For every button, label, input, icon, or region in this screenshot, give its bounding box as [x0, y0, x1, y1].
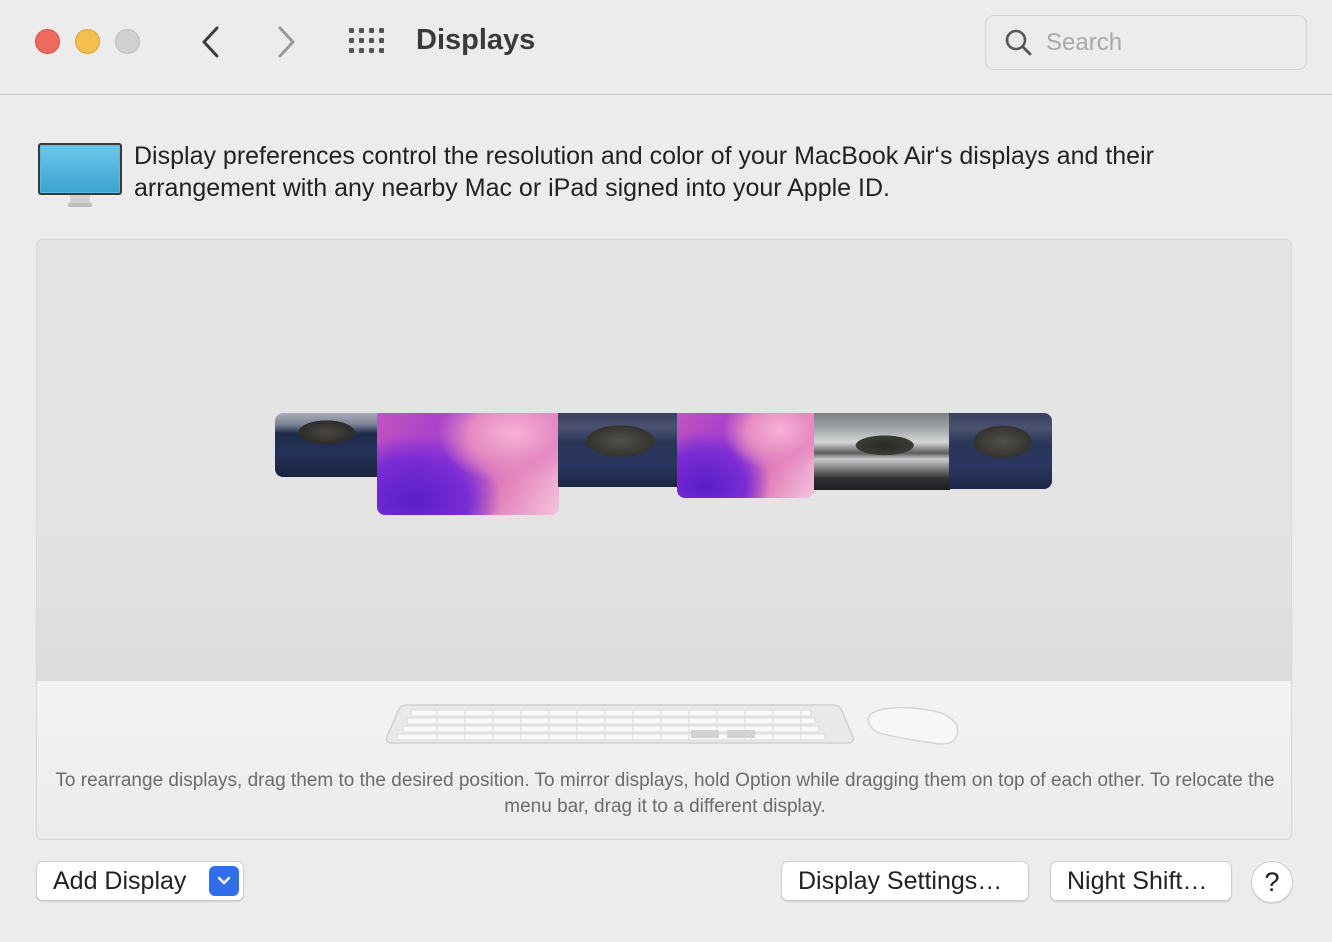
display-settings-label: Display Settings…: [798, 866, 1003, 895]
grid-icon: [346, 26, 388, 58]
display-1[interactable]: [275, 413, 378, 477]
night-shift-button[interactable]: Night Shift…: [1050, 861, 1232, 901]
search-field[interactable]: [985, 15, 1307, 70]
chevron-right-icon: [278, 26, 295, 58]
display-icon: [38, 143, 122, 207]
chevron-down-icon: [209, 866, 239, 896]
help-button[interactable]: ?: [1251, 861, 1293, 903]
help-label: ?: [1264, 866, 1280, 897]
add-display-button[interactable]: Add Display: [36, 861, 244, 901]
toolbar: Displays: [0, 0, 1332, 95]
back-button[interactable]: [193, 22, 229, 62]
minimize-button[interactable]: [75, 29, 100, 54]
display-3[interactable]: [558, 413, 678, 487]
display-6[interactable]: [949, 413, 1052, 489]
arrangement-hint: To rearrange displays, drag them to the …: [55, 770, 1275, 817]
chevron-left-icon: [202, 26, 219, 58]
window-title: Displays: [416, 24, 536, 56]
display-5[interactable]: [814, 413, 950, 490]
add-display-label: Add Display: [53, 866, 187, 895]
close-button[interactable]: [35, 29, 60, 54]
show-all-button[interactable]: [346, 26, 388, 58]
display-4[interactable]: [677, 413, 814, 498]
display-2[interactable]: [377, 413, 559, 515]
mouse-icon: [867, 706, 959, 745]
intro-text: Display preferences control the resoluti…: [134, 142, 1154, 202]
search-icon: [1005, 29, 1032, 56]
keyboard-icon: [385, 704, 855, 744]
arrangement-canvas: [37, 240, 1291, 681]
zoom-button[interactable]: [115, 29, 140, 54]
night-shift-label: Night Shift…: [1067, 866, 1208, 895]
arrangement-panel: To rearrange displays, drag them to the …: [36, 239, 1292, 840]
display-settings-button[interactable]: Display Settings…: [781, 861, 1029, 901]
forward-button[interactable]: [268, 22, 304, 62]
search-input[interactable]: [1046, 26, 1286, 60]
